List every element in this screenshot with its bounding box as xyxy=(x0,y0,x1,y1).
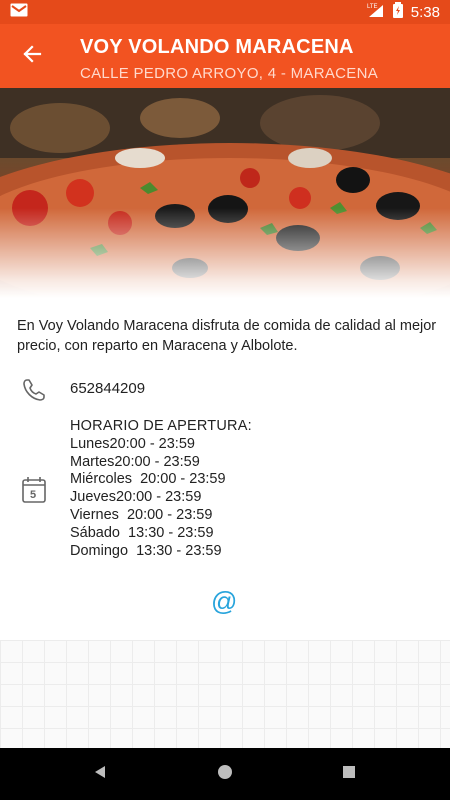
phone-number[interactable]: 652844209 xyxy=(70,380,145,397)
hero-image xyxy=(0,88,450,298)
recents-square-icon xyxy=(341,764,357,785)
opening-hours: HORARIO DE APERTURA: Lunes20:00 - 23:59 … xyxy=(70,418,252,560)
email-link[interactable]: @ xyxy=(211,586,237,617)
svg-text:5: 5 xyxy=(30,489,36,501)
calendar-icon: 5 xyxy=(18,474,50,506)
nav-recents-button[interactable] xyxy=(319,748,379,800)
hero-fade xyxy=(0,208,450,298)
back-triangle-icon xyxy=(92,764,108,785)
hours-row: Lunes20:00 - 23:59 xyxy=(70,435,195,452)
nav-home-button[interactable] xyxy=(195,748,255,800)
battery-charging-icon xyxy=(392,2,403,22)
back-button[interactable] xyxy=(14,38,50,74)
status-right: LTE 5:38 xyxy=(367,2,440,22)
status-bar: LTE 5:38 xyxy=(0,0,450,24)
status-time: 5:38 xyxy=(410,3,440,21)
phone-icon[interactable] xyxy=(18,374,50,406)
hours-row: Miércoles 20:00 - 23:59 xyxy=(70,471,226,488)
nav-back-button[interactable] xyxy=(70,748,130,800)
svg-text:LTE: LTE xyxy=(367,4,378,10)
status-left xyxy=(10,3,28,21)
hours-row: Viernes 20:00 - 23:59 xyxy=(70,506,213,523)
hours-title: HORARIO DE APERTURA: xyxy=(70,418,252,434)
app-bar: VOY VOLANDO MARACENA CALLE PEDRO ARROYO,… xyxy=(0,24,450,88)
page-subtitle: CALLE PEDRO ARROYO, 4 - MARACENA xyxy=(80,65,379,82)
home-circle-icon xyxy=(216,763,234,786)
lte-signal-icon: LTE xyxy=(367,2,385,22)
arrow-left-icon xyxy=(22,44,42,69)
hours-row: Domingo 13:30 - 23:59 xyxy=(70,542,222,559)
description-text: En Voy Volando Maracena disfruta de comi… xyxy=(17,318,437,354)
hours-row: Martes20:00 - 23:59 xyxy=(70,453,200,470)
hours-row: Sábado 13:30 - 23:59 xyxy=(70,524,214,541)
navigation-bar xyxy=(0,748,450,800)
hours-row: Jueves20:00 - 23:59 xyxy=(70,489,202,506)
page-title: VOY VOLANDO MARACENA xyxy=(80,36,354,58)
gmail-icon xyxy=(10,3,28,21)
grid-background xyxy=(0,640,450,748)
